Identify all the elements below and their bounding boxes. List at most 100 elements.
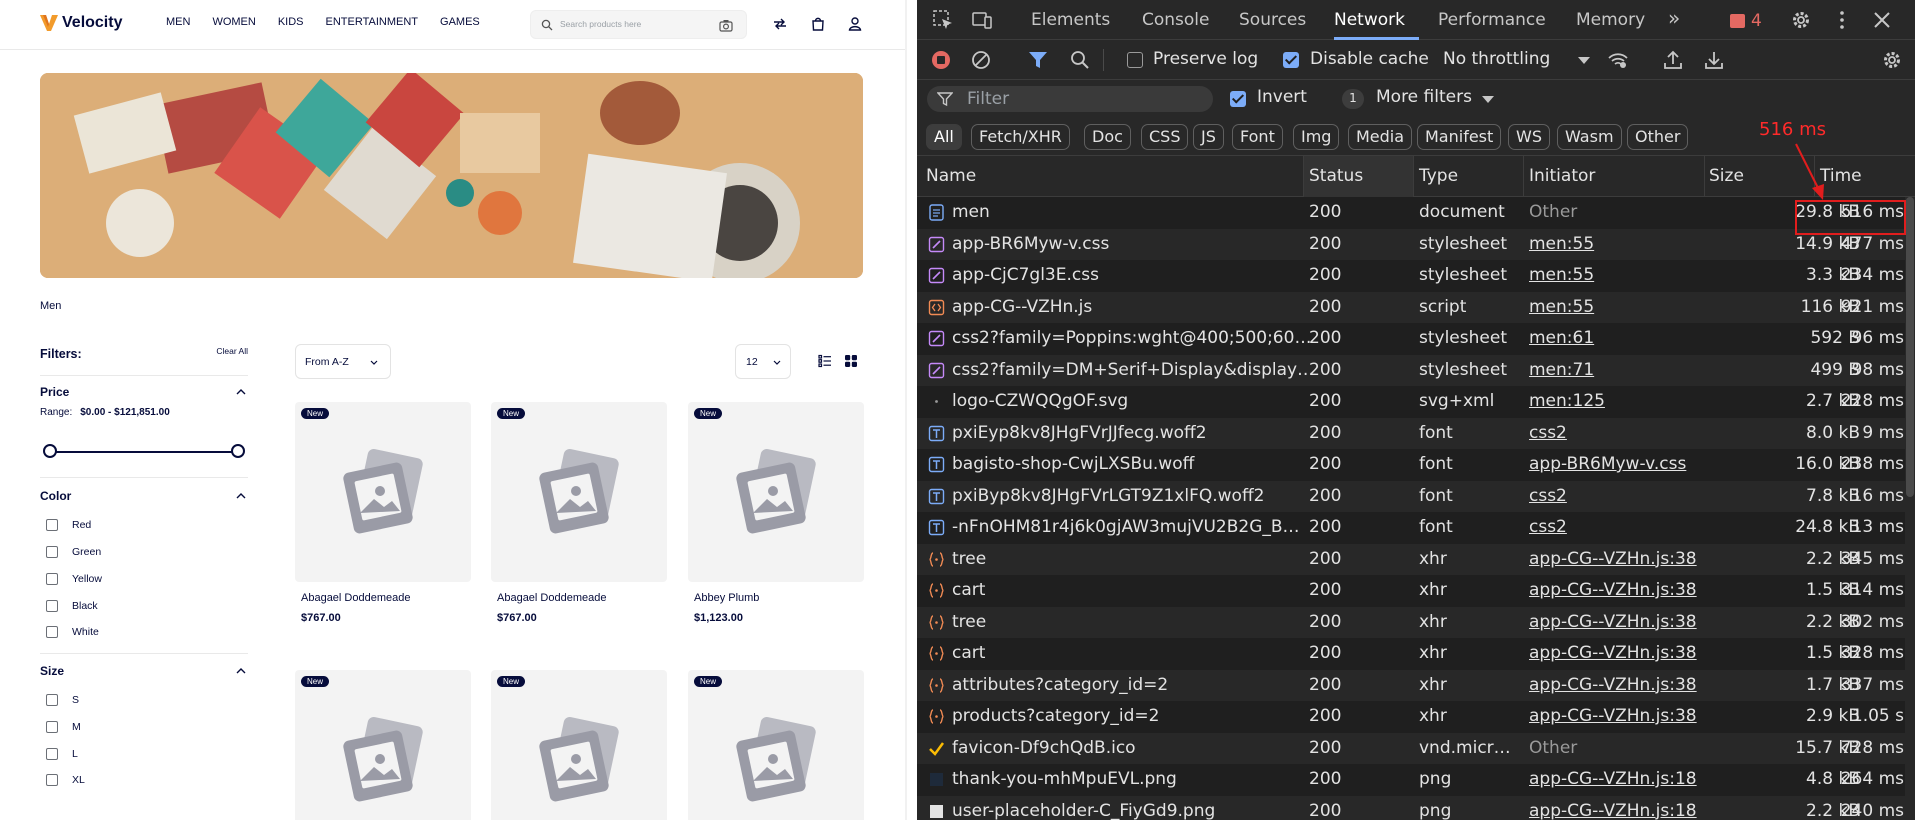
more-tabs-icon[interactable]: »: [1668, 6, 1680, 30]
sort-select[interactable]: From A-Z: [295, 344, 391, 379]
cart-icon[interactable]: [809, 15, 827, 33]
request-name[interactable]: logo-CZWQQgOF.svg: [952, 391, 1315, 411]
request-row[interactable]: tree 200 xhr app-CG--VZHn.js:38 2.2 kB 302 ms: [917, 606, 1915, 638]
product-image[interactable]: New: [295, 670, 471, 820]
request-name[interactable]: app-CjC7gl3E.css: [952, 265, 1315, 285]
request-name[interactable]: tree: [952, 549, 1315, 569]
tab-console[interactable]: Console: [1142, 10, 1210, 30]
invert-checkbox[interactable]: [1230, 91, 1246, 107]
price-slider-track[interactable]: [50, 451, 241, 453]
request-initiator[interactable]: app-CG--VZHn.js:38: [1529, 549, 1709, 569]
size-option-s[interactable]: S: [46, 694, 79, 706]
request-name[interactable]: -nFnOHM81r4j6k0gjAW3mujVU2B2G_B…: [952, 517, 1315, 537]
request-row[interactable]: css2?family=DM+Serif+Display&display… 200…: [917, 354, 1915, 386]
product-card[interactable]: New Abagael Doddemeade $767.00: [491, 402, 667, 624]
checkbox[interactable]: [46, 774, 58, 786]
network-settings-gear-icon[interactable]: [1881, 49, 1903, 71]
price-min-handle[interactable]: [43, 444, 57, 458]
type-filter-fetch-xhr[interactable]: Fetch/XHR: [971, 124, 1070, 150]
column-size[interactable]: Size: [1709, 166, 1744, 186]
filter-funnel-icon[interactable]: [1027, 49, 1049, 71]
type-filter-doc[interactable]: Doc: [1084, 124, 1131, 150]
request-initiator[interactable]: css2: [1529, 423, 1709, 443]
request-name[interactable]: attributes?category_id=2: [952, 675, 1315, 695]
search-input[interactable]: Search products here: [530, 10, 747, 39]
request-initiator[interactable]: app-CG--VZHn.js:38: [1529, 675, 1709, 695]
type-filter-img[interactable]: Img: [1293, 124, 1340, 150]
type-filter-wasm[interactable]: Wasm: [1557, 124, 1622, 150]
close-icon[interactable]: [1871, 9, 1893, 31]
type-filter-ws[interactable]: WS: [1508, 124, 1550, 150]
request-row[interactable]: css2?family=Poppins:wght@400;500;60… 200 s…: [917, 323, 1915, 355]
request-initiator[interactable]: app-BR6Myw-v.css: [1529, 454, 1709, 474]
chevron-up-icon[interactable]: [236, 388, 246, 395]
tab-memory[interactable]: Memory: [1576, 10, 1645, 30]
throttling-select[interactable]: No throttling: [1443, 49, 1550, 69]
color-filter-title[interactable]: Color: [40, 489, 248, 503]
preserve-log-checkbox[interactable]: [1127, 52, 1143, 68]
disable-cache-checkbox[interactable]: [1283, 52, 1299, 68]
column-initiator[interactable]: Initiator: [1529, 166, 1595, 186]
type-filter-css[interactable]: CSS: [1141, 124, 1189, 150]
type-filter-media[interactable]: Media: [1348, 124, 1413, 150]
type-filter-all[interactable]: All: [926, 124, 962, 150]
request-initiator[interactable]: men:55: [1529, 265, 1709, 285]
product-image[interactable]: New: [688, 402, 864, 582]
size-filter-title[interactable]: Size: [40, 664, 248, 678]
request-name[interactable]: bagisto-shop-CwjLXSBu.woff: [952, 454, 1315, 474]
request-row[interactable]: products?category_id=2 200 xhr app-CG--VZHn…: [917, 701, 1915, 733]
product-image[interactable]: New: [491, 670, 667, 820]
request-row[interactable]: tree 200 xhr app-CG--VZHn.js:38 2.2 kB 345 ms: [917, 543, 1915, 575]
request-row[interactable]: app-BR6Myw-v.css 200 stylesheet men:55 14.9 …: [917, 228, 1915, 260]
product-card[interactable]: New: [491, 670, 667, 820]
issues-counter[interactable]: 4: [1730, 11, 1762, 31]
product-card[interactable]: New Abagael Doddemeade $767.00: [295, 402, 471, 624]
product-card[interactable]: New: [295, 670, 471, 820]
export-har-icon[interactable]: [1703, 49, 1725, 71]
network-conditions-icon[interactable]: [1607, 49, 1629, 71]
request-initiator[interactable]: app-CG--VZHn.js:38: [1529, 643, 1709, 663]
kebab-menu-icon[interactable]: [1831, 9, 1853, 31]
type-filter-js[interactable]: JS: [1193, 124, 1224, 150]
caret-down-icon[interactable]: [1482, 96, 1494, 103]
request-initiator[interactable]: men:55: [1529, 234, 1709, 254]
caret-down-icon[interactable]: [1578, 57, 1590, 64]
request-name[interactable]: user-placeholder-C_FiyGd9.png: [952, 801, 1315, 820]
request-row[interactable]: cart 200 xhr app-CG--VZHn.js:38 1.5 kB 314 ms: [917, 575, 1915, 607]
product-card[interactable]: New: [688, 670, 864, 820]
size-option-m[interactable]: M: [46, 721, 81, 733]
type-filter-other[interactable]: Other: [1627, 124, 1689, 150]
user-icon[interactable]: [846, 15, 864, 33]
request-name[interactable]: css2?family=DM+Serif+Display&display…: [952, 360, 1315, 380]
requests-scrollbar[interactable]: [1905, 197, 1915, 820]
brand-logo[interactable]: Velocity: [40, 14, 122, 32]
column-type[interactable]: Type: [1419, 166, 1458, 186]
request-name[interactable]: tree: [952, 612, 1315, 632]
request-initiator[interactable]: app-CG--VZHn.js:38: [1529, 580, 1709, 600]
product-name[interactable]: Abbey Plumb: [694, 592, 864, 604]
checkbox[interactable]: [46, 721, 58, 733]
request-row[interactable]: logo-CZWQQgOF.svg 200 svg+xml men:125 2.7 kB…: [917, 386, 1915, 418]
request-initiator[interactable]: men:125: [1529, 391, 1709, 411]
size-option-xl[interactable]: XL: [46, 774, 85, 786]
request-name[interactable]: app-BR6Myw-v.css: [952, 234, 1315, 254]
checkbox[interactable]: [46, 519, 58, 531]
record-stop-icon[interactable]: [930, 49, 952, 71]
type-filter-font[interactable]: Font: [1232, 124, 1283, 150]
nav-games[interactable]: GAMES: [440, 16, 480, 28]
request-name[interactable]: pxiEyp8kv8JHgFVrJJfecg.woff2: [952, 423, 1315, 443]
request-row[interactable]: attributes?category_id=2 200 xhr app-CG--VZ…: [917, 669, 1915, 701]
tab-elements[interactable]: Elements: [1031, 10, 1110, 30]
camera-icon[interactable]: [719, 19, 733, 32]
request-name[interactable]: favicon-Df9chQdB.ico: [952, 738, 1315, 758]
clear-all-link[interactable]: Clear All: [216, 346, 248, 356]
product-image[interactable]: New: [491, 402, 667, 582]
request-row[interactable]: bagisto-shop-CwjLXSBu.woff 200 font app-BR6…: [917, 449, 1915, 481]
limit-select[interactable]: 12: [735, 344, 791, 379]
product-image[interactable]: New: [295, 402, 471, 582]
request-row[interactable]: cart 200 xhr app-CG--VZHn.js:38 1.5 kB 328 ms: [917, 638, 1915, 670]
filter-input[interactable]: Filter: [927, 86, 1213, 112]
request-name[interactable]: app-CG--VZHn.js: [952, 297, 1315, 317]
page-scrollbar[interactable]: [905, 0, 907, 820]
request-row[interactable]: app-CjC7gl3E.css 200 stylesheet men:55 3.3 k…: [917, 260, 1915, 292]
